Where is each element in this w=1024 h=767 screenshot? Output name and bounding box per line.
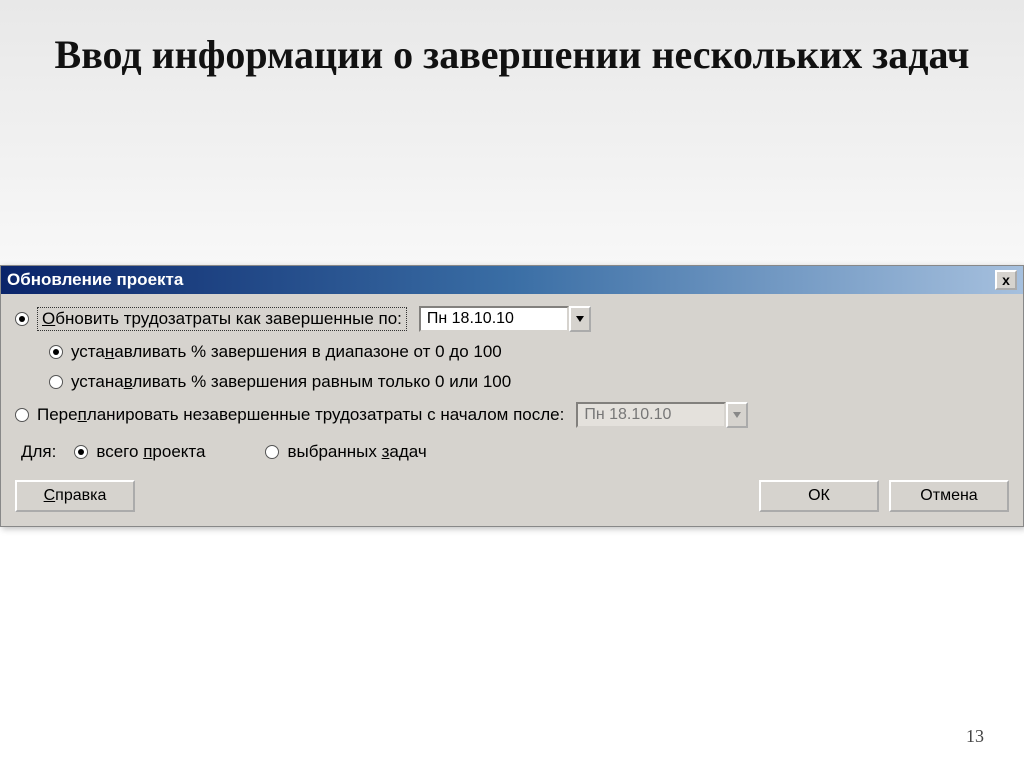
scope-row: Для: всего проекта выбранных задач [15, 442, 1009, 462]
update-project-dialog: Обновление проекта x Обновить трудозатра… [0, 265, 1024, 527]
dialog-title-text: Обновление проекта [7, 270, 183, 290]
scope-selected-tasks[interactable]: выбранных задач [265, 442, 426, 462]
radio-only-0-or-100[interactable] [49, 375, 63, 389]
date2-input [576, 402, 726, 428]
txt: выбранных [287, 442, 381, 461]
row-update-as-completed: Обновить трудозатраты как завершенные по… [15, 306, 1009, 332]
radio-entire-project[interactable] [74, 445, 88, 459]
u-char: н [105, 342, 114, 361]
txt: уста [71, 342, 105, 361]
txt: правка [55, 487, 106, 504]
help-button[interactable]: Справка [15, 480, 135, 512]
date1-combo[interactable] [419, 306, 591, 332]
ok-button[interactable]: ОК [759, 480, 879, 512]
date1-input[interactable] [419, 306, 569, 332]
close-icon[interactable]: x [995, 270, 1017, 290]
txt: ливать % завершения равным только 0 или … [132, 372, 511, 391]
u-char: О [42, 309, 55, 328]
txt: устана [71, 372, 124, 391]
txt: ланировать незавершенные трудозатраты с … [87, 405, 565, 424]
label-only-0-or-100: устанавливать % завершения равным только… [71, 372, 511, 392]
chevron-down-icon [733, 412, 741, 418]
label-selected-tasks: выбранных задач [287, 442, 426, 462]
date2-combo [576, 402, 748, 428]
dialog-body: Обновить трудозатраты как завершенные по… [1, 294, 1023, 526]
chevron-down-icon [576, 316, 584, 322]
scope-label: Для: [21, 442, 56, 462]
txt: авливать % завершения в диапазоне от 0 д… [114, 342, 502, 361]
label-update-completed: Обновить трудозатраты как завершенные по… [37, 307, 407, 331]
txt: Пере [37, 405, 78, 424]
date2-dropdown-button [726, 402, 748, 428]
dialog-titlebar[interactable]: Обновление проекта x [1, 266, 1023, 294]
label-range-0-100: устанавливать % завершения в диапазоне о… [71, 342, 502, 362]
u-char: С [44, 487, 56, 504]
slide-title: Ввод информации о завершении нескольких … [0, 0, 1024, 90]
row-reschedule: Перепланировать незавершенные трудозатра… [15, 402, 1009, 428]
radio-range-0-100[interactable] [49, 345, 63, 359]
u-char: п [78, 405, 87, 424]
label-reschedule: Перепланировать незавершенные трудозатра… [37, 405, 564, 425]
cancel-button[interactable]: Отмена [889, 480, 1009, 512]
radio-selected-tasks[interactable] [265, 445, 279, 459]
page-number: 13 [966, 726, 984, 747]
radio-update-completed[interactable] [15, 312, 29, 326]
row-zero-or-hundred: устанавливать % завершения равным только… [49, 372, 1009, 392]
date1-dropdown-button[interactable] [569, 306, 591, 332]
row-range: устанавливать % завершения в диапазоне о… [49, 342, 1009, 362]
txt: бновить трудозатраты как завершенные по: [55, 309, 402, 328]
txt: роекта [152, 442, 205, 461]
txt: всего [96, 442, 143, 461]
button-row: Справка ОК Отмена [15, 478, 1009, 512]
radio-reschedule[interactable] [15, 408, 29, 422]
label-entire-project: всего проекта [96, 442, 205, 462]
scope-entire-project[interactable]: всего проекта [74, 442, 205, 462]
txt: адач [389, 442, 426, 461]
